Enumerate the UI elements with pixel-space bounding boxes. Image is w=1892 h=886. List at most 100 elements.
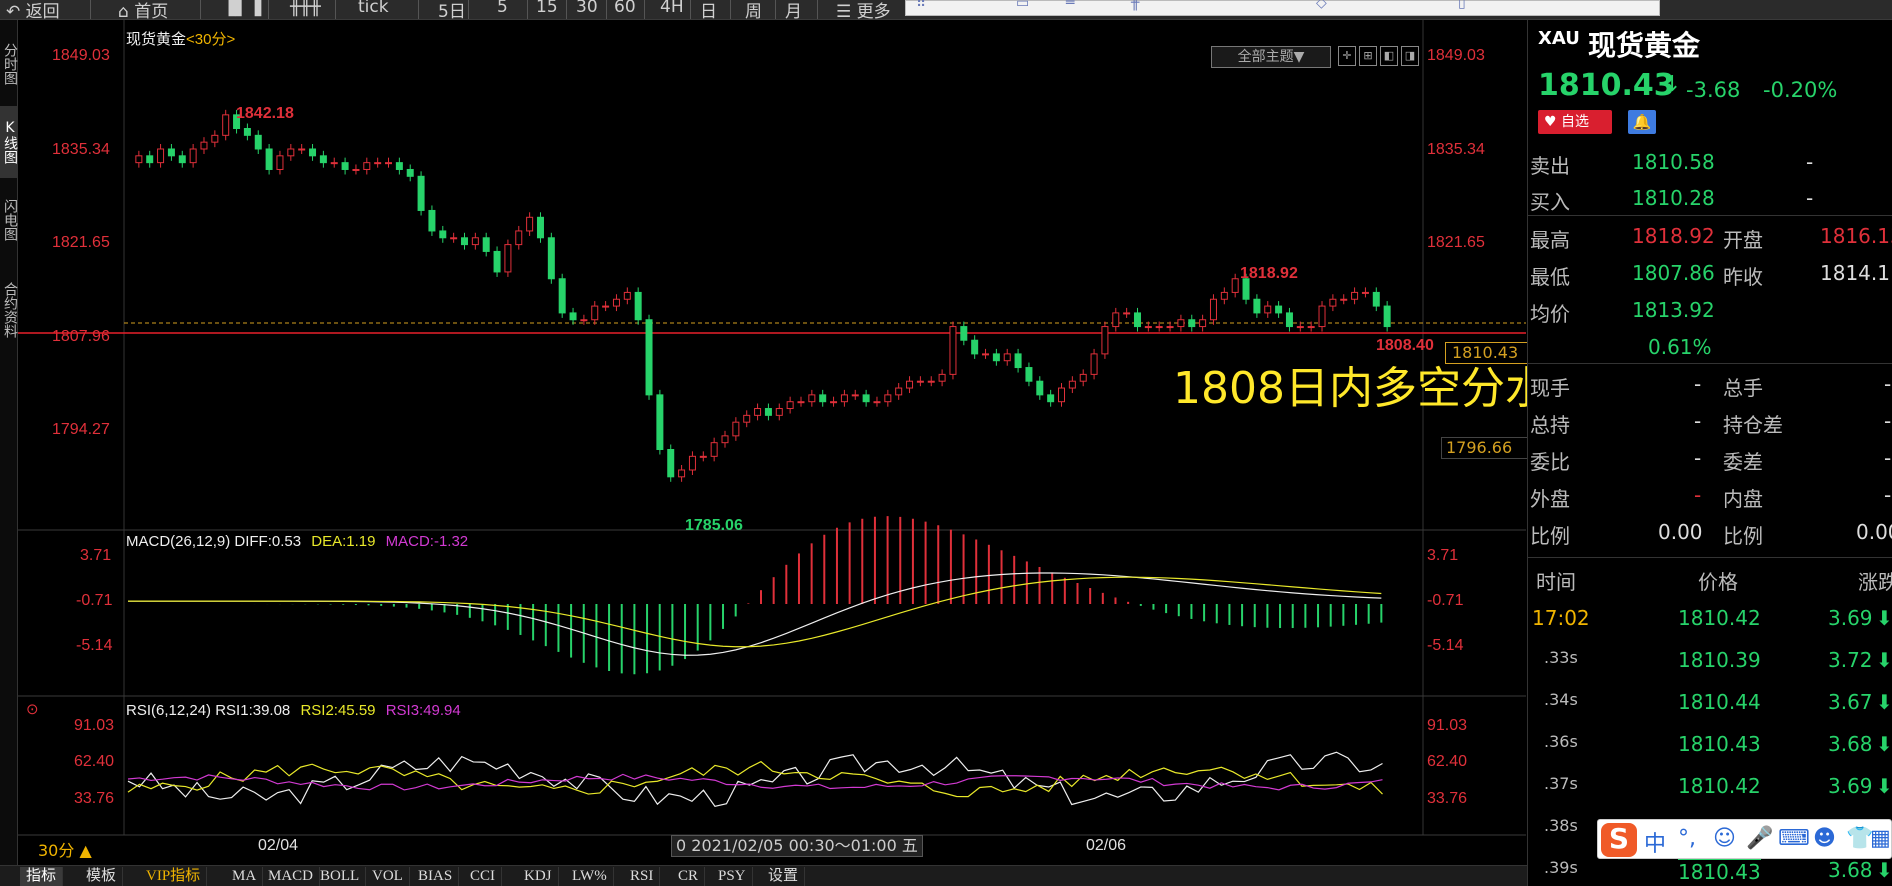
indicator-tab[interactable]: PSY: [712, 867, 753, 886]
quote-row: 最高 1818.92 开盘 1816.13: [1528, 222, 1892, 252]
candle-body: [1133, 312, 1141, 328]
tick-row: .33s 1810.39 3.72 ⬇: [1528, 644, 1892, 678]
indicator-tab[interactable]: 设置: [762, 867, 806, 886]
down-arrow-icon: ↓: [1663, 72, 1682, 97]
zoom-in-icon[interactable]: ⊞: [1359, 46, 1377, 66]
period-tab[interactable]: 30: [576, 0, 598, 17]
period-tab[interactable]: 15: [536, 0, 558, 17]
theme-select[interactable]: 全部主题▼: [1211, 46, 1331, 68]
candle-icon[interactable]: ╫╫╫: [290, 0, 321, 17]
more-button[interactable]: ☰ 更多: [836, 0, 891, 20]
rsi-legend: RSI(6,12,24) RSI1:39.08 RSI2:45.59 RSI3:…: [126, 702, 461, 719]
period-tab[interactable]: 5日: [438, 0, 466, 19]
down-arrow-icon: ⬇: [1876, 732, 1892, 756]
period-tab[interactable]: 4H: [660, 0, 684, 17]
ime-lang[interactable]: 中: [1644, 826, 1666, 858]
tick-button[interactable]: tick: [358, 0, 389, 17]
cursor-price-tag: 1796.66: [1441, 437, 1541, 459]
indicator-tab[interactable]: KDJ: [518, 867, 559, 886]
candle-body: [265, 148, 273, 170]
tab-contract[interactable]: 合约资料: [0, 262, 18, 358]
rsi-tick: 62.40: [74, 753, 114, 770]
keyboard-icon[interactable]: ⌨: [1778, 826, 1810, 851]
quote-row: 均价 1813.92: [1528, 296, 1892, 326]
down-arrow-icon: ⬇: [1876, 648, 1892, 672]
indicator-tab[interactable]: VOL: [366, 867, 410, 886]
y-tick: 1849.03: [1427, 47, 1485, 64]
tick-header: 时间 价格 涨跌: [1528, 562, 1892, 596]
time-label: 02/04: [258, 837, 299, 854]
indicator-tab[interactable]: LW%: [566, 867, 614, 886]
emoji-icon[interactable]: ☺: [1713, 826, 1736, 851]
candle-body: [1101, 326, 1109, 355]
tab-kline[interactable]: K线图: [0, 106, 18, 178]
candle-body: [1058, 387, 1066, 403]
indicator-tab[interactable]: 指标: [20, 867, 64, 886]
candle-body: [363, 162, 371, 170]
ratio-label: 比例: [1530, 524, 1570, 548]
next-icon[interactable]: ◨: [1401, 46, 1419, 66]
indicator-tab[interactable]: BOLL: [314, 867, 367, 886]
sell-label: 卖出: [1530, 154, 1570, 178]
ime-punct[interactable]: °,: [1678, 826, 1696, 851]
more-label: 更多: [856, 2, 891, 20]
rsi-tick: 91.03: [1427, 717, 1467, 734]
candle-body: [167, 148, 175, 157]
y-tick: 1794.27: [52, 421, 110, 438]
period-tab[interactable]: 60: [614, 0, 636, 17]
indicator-tab[interactable]: CCI: [464, 867, 503, 886]
crosshair-icon[interactable]: ✛: [1338, 46, 1356, 66]
period-tab[interactable]: 5: [497, 0, 508, 17]
menu-icon[interactable]: ▦: [1870, 826, 1891, 851]
chart-area[interactable]: 1849.03 1835.34 1821.65 1807.96 1794.27 …: [18, 20, 1593, 865]
home-button[interactable]: ⌂ 首页: [118, 0, 168, 19]
tick-time: .39s: [1544, 858, 1578, 877]
candle-body: [1264, 305, 1272, 314]
back-button[interactable]: ↶ 返回: [6, 0, 60, 19]
toolbar-divider: [606, 0, 607, 19]
indicator-tab[interactable]: MA: [226, 867, 264, 886]
tick-change: 3.67: [1828, 690, 1873, 714]
ime-toolbar[interactable]: S 中 °, ☺ 🎤 ⌨ ☻ 👕 ▦: [1597, 819, 1892, 859]
time-label: 02/06: [1086, 837, 1127, 854]
candle-body: [450, 237, 458, 240]
add-watchlist-button[interactable]: ♥ 自选: [1538, 110, 1612, 134]
tick-header-cell: 价格: [1698, 570, 1738, 594]
rsi-name: RSI(6,12,24): [126, 702, 212, 719]
mic-icon[interactable]: 🎤: [1746, 826, 1773, 851]
prev-close-label: 昨收: [1723, 265, 1763, 289]
symbol-name: 现货黄金: [126, 31, 187, 48]
sogou-logo-icon[interactable]: S: [1601, 823, 1637, 857]
candle-body: [754, 408, 762, 416]
alert-bell-button[interactable]: 🔔: [1628, 110, 1656, 134]
indicator-tab[interactable]: 模板: [80, 867, 124, 886]
candle-body: [1275, 305, 1283, 314]
period-tab[interactable]: 日: [700, 0, 717, 19]
candle-body: [330, 162, 338, 165]
open-label: 开盘: [1723, 228, 1763, 252]
settings-icon[interactable]: ⊙: [26, 700, 39, 718]
period-tab[interactable]: 月: [785, 0, 802, 19]
indicator-tab[interactable]: VIP指标: [140, 867, 208, 886]
candle-body: [1372, 291, 1380, 307]
macd-value: MACD:-1.32: [385, 533, 469, 550]
tab-timeshare[interactable]: 分时图: [0, 28, 18, 100]
y-tick: 1821.65: [1427, 234, 1485, 251]
user-icon[interactable]: ☻: [1813, 826, 1836, 851]
tab-flash[interactable]: 闪电图: [0, 184, 18, 256]
prev-icon[interactable]: ◧: [1380, 46, 1398, 66]
toolbar-divider: [468, 0, 469, 19]
period-selector[interactable]: 30分 ▲: [38, 837, 92, 861]
candle-body: [982, 353, 990, 356]
toolbar-divider: [566, 0, 567, 19]
candle-body: [385, 162, 393, 165]
indicator-tab[interactable]: MACD: [262, 867, 321, 886]
candle-body: [623, 291, 631, 300]
period-tab[interactable]: 周: [745, 0, 762, 19]
indicator-tab[interactable]: CR: [672, 867, 706, 886]
bar-chart-icon[interactable]: ▐▌▐: [222, 0, 261, 17]
kline-chart-svg[interactable]: 1849.03 1835.34 1821.65 1807.96 1794.27 …: [18, 20, 1526, 865]
indicator-tab[interactable]: BIAS: [412, 867, 460, 886]
indicator-tab[interactable]: RSI: [624, 867, 661, 886]
candle-body: [309, 148, 317, 157]
